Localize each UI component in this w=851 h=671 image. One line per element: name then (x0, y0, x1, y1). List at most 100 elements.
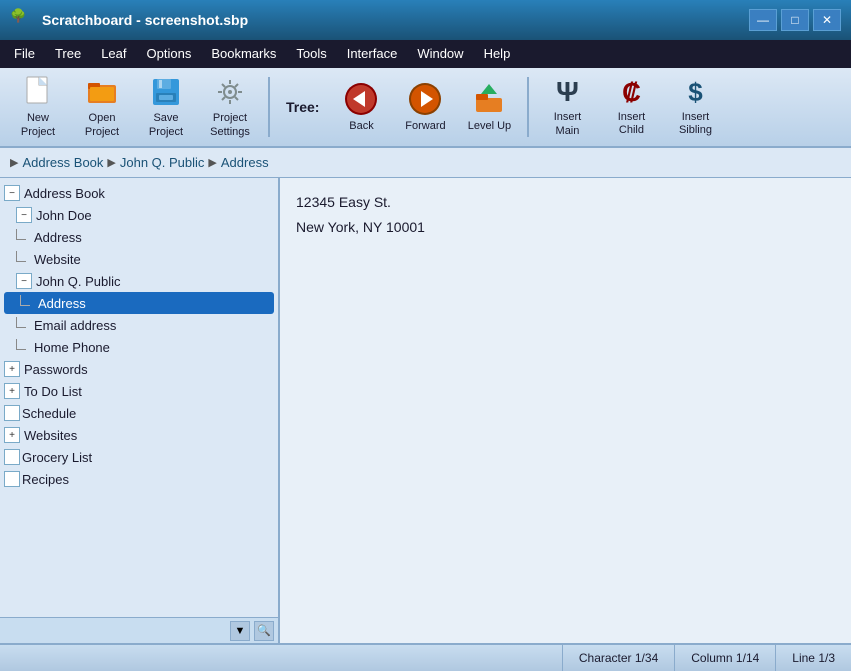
label-schedule: Schedule (22, 406, 76, 421)
label-websites: Websites (24, 428, 77, 443)
menu-tools[interactable]: Tools (286, 42, 336, 67)
label-address-book: Address Book (24, 186, 105, 201)
tree-search-button[interactable]: 🔍 (254, 621, 274, 641)
tree-line-1 (16, 229, 26, 240)
label-john-q-public: John Q. Public (36, 274, 121, 289)
forward-button[interactable]: Forward (395, 73, 455, 141)
label-website: Website (34, 252, 81, 267)
content-line-2: New York, NY 10001 (296, 215, 835, 240)
menu-bar: File Tree Leaf Options Bookmarks Tools I… (0, 40, 851, 68)
menu-window[interactable]: Window (407, 42, 473, 67)
tree-panel: − Address Book − John Doe Address (0, 178, 280, 643)
tree-bottom-bar: ▼ 🔍 (0, 617, 278, 643)
forward-label: Forward (405, 120, 445, 133)
tree-item-passwords[interactable]: + Passwords (0, 358, 278, 380)
label-email-address: Email address (34, 318, 116, 333)
tree-line-5 (16, 339, 26, 350)
expander-grocery (4, 449, 20, 465)
tree-item-websites[interactable]: + Websites (0, 424, 278, 446)
label-grocery-list: Grocery List (22, 450, 92, 465)
tree-line-4 (16, 317, 26, 328)
tree-item-john-q-public[interactable]: − John Q. Public (0, 270, 278, 292)
expander-recipes (4, 471, 20, 487)
label-address-john-doe: Address (34, 230, 82, 245)
expander-john-doe[interactable]: − (16, 207, 32, 223)
menu-file[interactable]: File (4, 42, 45, 67)
close-button[interactable]: ✕ (813, 9, 841, 31)
tree-item-john-doe-address[interactable]: Address (0, 226, 278, 248)
breadcrumb-expand-arrow[interactable]: ▶ (10, 156, 18, 169)
status-column: Column 1/14 (675, 645, 776, 671)
label-todo: To Do List (24, 384, 82, 399)
new-project-icon (20, 75, 56, 109)
breadcrumb-address[interactable]: Address (221, 155, 269, 170)
back-button[interactable]: Back (331, 73, 391, 141)
tree-dropdown-button[interactable]: ▼ (230, 621, 250, 641)
menu-help[interactable]: Help (474, 42, 521, 67)
expander-passwords[interactable]: + (4, 361, 20, 377)
minimize-button[interactable]: — (749, 9, 777, 31)
status-empty (0, 645, 563, 671)
insert-main-label: InsertMain (554, 111, 582, 137)
maximize-button[interactable]: □ (781, 9, 809, 31)
toolbar-separator-1 (268, 77, 270, 137)
breadcrumb-address-book[interactable]: Address Book (22, 155, 103, 170)
label-home-phone: Home Phone (34, 340, 110, 355)
level-up-label: Level Up (468, 120, 511, 133)
app-title: Scratchboard - screenshot.sbp (42, 12, 749, 28)
project-settings-label: ProjectSettings (210, 112, 250, 138)
tree-item-recipes[interactable]: Recipes (0, 468, 278, 490)
menu-leaf[interactable]: Leaf (91, 42, 136, 67)
main-area: − Address Book − John Doe Address (0, 178, 851, 643)
breadcrumb-arrow-1: ▶ (107, 156, 115, 169)
tree-item-address-selected[interactable]: Address (4, 292, 274, 314)
tree-item-grocery-list[interactable]: Grocery List (0, 446, 278, 468)
project-settings-icon (212, 75, 248, 109)
breadcrumb-john-q-public[interactable]: John Q. Public (120, 155, 205, 170)
tree-item-address-book[interactable]: − Address Book (0, 182, 278, 204)
insert-sibling-icon: $ (677, 77, 713, 108)
open-project-button[interactable]: OpenProject (72, 73, 132, 141)
back-label: Back (349, 120, 373, 133)
insert-sibling-button[interactable]: $ InsertSibling (665, 73, 725, 141)
menu-tree[interactable]: Tree (45, 42, 91, 67)
open-project-icon (84, 75, 120, 109)
expander-schedule (4, 405, 20, 421)
back-icon (343, 81, 379, 117)
tree-scroll[interactable]: − Address Book − John Doe Address (0, 178, 278, 617)
insert-main-button[interactable]: Ψ InsertMain (537, 73, 597, 141)
expander-websites[interactable]: + (4, 427, 20, 443)
toolbar: NewProject OpenProject SaveProject (0, 68, 851, 148)
insert-child-button[interactable]: ₡ InsertChild (601, 73, 661, 141)
tree-item-home-phone[interactable]: Home Phone (0, 336, 278, 358)
tree-item-todo[interactable]: + To Do List (0, 380, 278, 402)
project-settings-button[interactable]: ProjectSettings (200, 73, 260, 141)
tree-item-email-address[interactable]: Email address (0, 314, 278, 336)
new-project-button[interactable]: NewProject (8, 73, 68, 141)
title-bar: 🌳 Scratchboard - screenshot.sbp — □ ✕ (0, 0, 851, 40)
label-address-selected: Address (38, 296, 86, 311)
tree-label: Tree: (286, 99, 319, 115)
content-panel[interactable]: 12345 Easy St. New York, NY 10001 (280, 178, 851, 643)
expander-todo[interactable]: + (4, 383, 20, 399)
tree-item-john-doe-website[interactable]: Website (0, 248, 278, 270)
menu-bookmarks[interactable]: Bookmarks (201, 42, 286, 67)
label-passwords: Passwords (24, 362, 88, 377)
expander-john-q-public[interactable]: − (16, 273, 32, 289)
status-bar: Character 1/34 Column 1/14 Line 1/3 (0, 643, 851, 671)
expander-address-book[interactable]: − (4, 185, 20, 201)
breadcrumb-arrow-2: ▶ (208, 156, 216, 169)
save-project-button[interactable]: SaveProject (136, 73, 196, 141)
label-john-doe: John Doe (36, 208, 92, 223)
menu-options[interactable]: Options (137, 42, 202, 67)
window-controls: — □ ✕ (749, 9, 841, 31)
label-recipes: Recipes (22, 472, 69, 487)
level-up-button[interactable]: Level Up (459, 73, 519, 141)
toolbar-separator-2 (527, 77, 529, 137)
save-project-label: SaveProject (149, 112, 183, 138)
tree-item-schedule[interactable]: Schedule (0, 402, 278, 424)
open-project-label: OpenProject (85, 112, 119, 138)
menu-interface[interactable]: Interface (337, 42, 408, 67)
tree-item-john-doe[interactable]: − John Doe (0, 204, 278, 226)
status-character: Character 1/34 (563, 645, 675, 671)
